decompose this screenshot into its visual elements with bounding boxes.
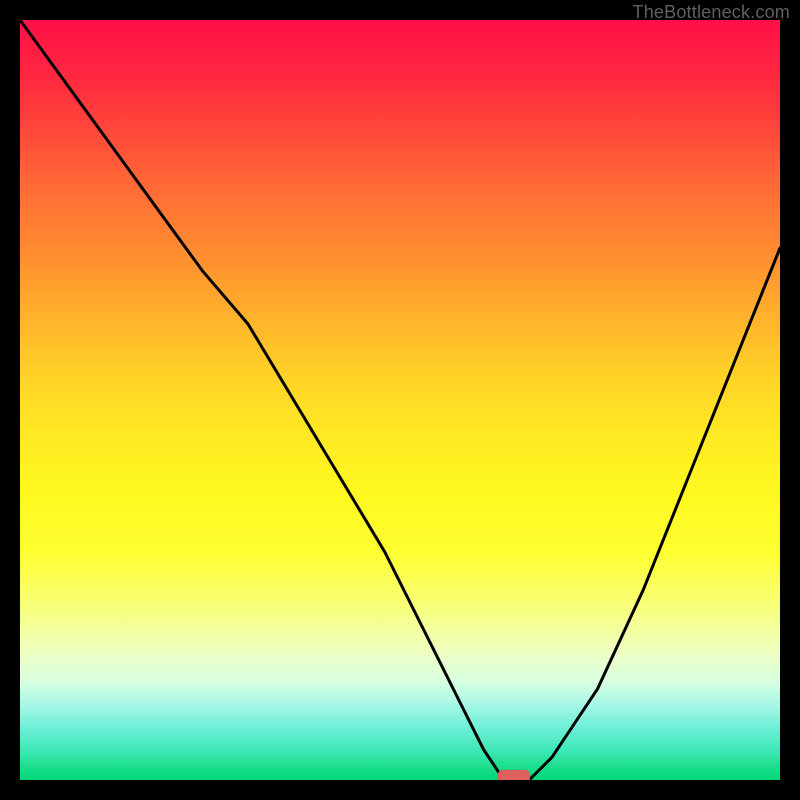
chart-container: TheBottleneck.com [0, 0, 800, 800]
plot-area [20, 20, 780, 780]
optimal-point-marker [498, 770, 530, 780]
chart-svg [20, 20, 780, 780]
bottleneck-curve-line [20, 20, 780, 780]
